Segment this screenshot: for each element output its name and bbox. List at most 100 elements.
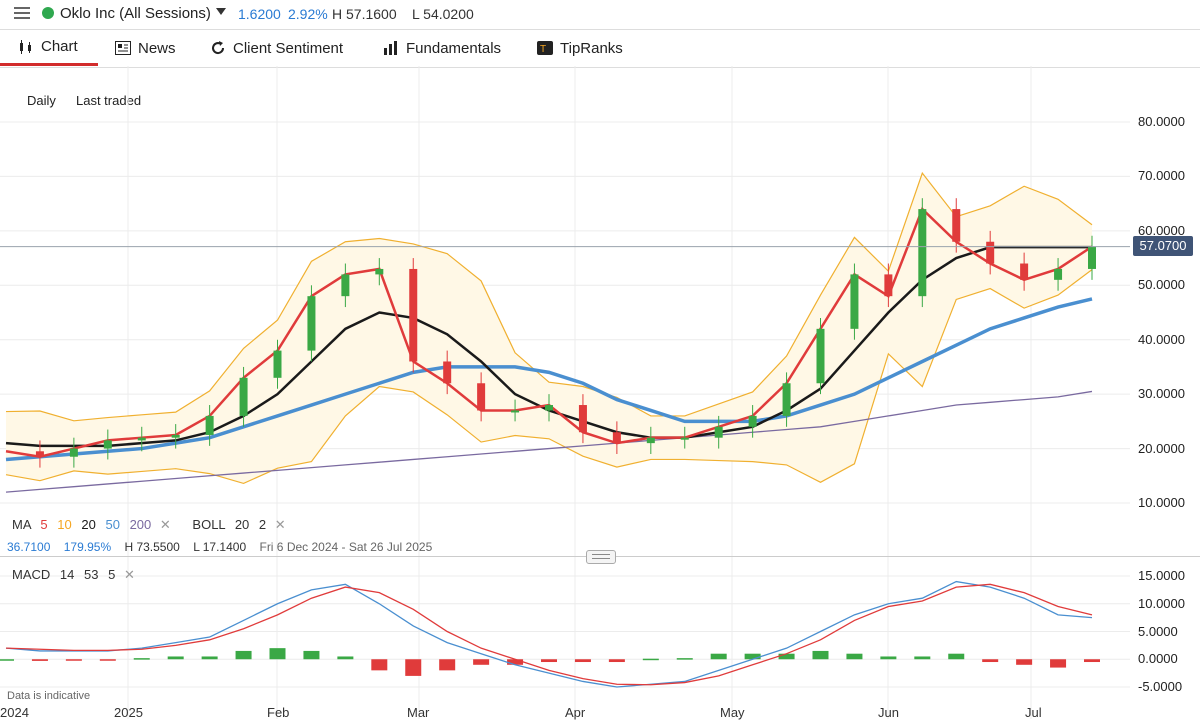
candle-body	[612, 432, 621, 444]
macd-histogram-bar	[1016, 659, 1033, 665]
last-price-label: 57.0700	[1133, 236, 1193, 256]
price-tick-label: 40.0000	[1138, 331, 1185, 347]
macd-slow[interactable]: 53	[84, 567, 98, 582]
candle-body	[477, 383, 486, 411]
ma5-period[interactable]: 5	[40, 517, 47, 532]
macd-histogram-bar	[710, 653, 727, 660]
candle-body	[375, 268, 384, 275]
candle-body	[239, 377, 248, 416]
macd-histogram-bar	[541, 659, 557, 663]
macd-signal[interactable]: 5	[108, 567, 115, 582]
candle-body	[409, 268, 418, 362]
macd-histogram-bar	[405, 659, 422, 676]
macd-histogram-bar	[99, 659, 116, 661]
candle-body	[1054, 268, 1063, 280]
remove-boll-icon[interactable]: ✕	[275, 517, 286, 532]
candle-body	[1020, 263, 1029, 280]
price-tick-label: 70.0000	[1138, 168, 1185, 184]
macd-histogram-bar	[880, 656, 897, 660]
macd-tick-label: 10.0000	[1138, 595, 1185, 611]
candle-body	[137, 437, 146, 441]
macd-histogram-bar	[439, 659, 456, 671]
remove-ma-icon[interactable]: ✕	[160, 517, 171, 532]
candle-body	[307, 296, 316, 351]
macd-tick-label: -5.0000	[1138, 679, 1183, 694]
candle-body	[273, 350, 282, 378]
macd-tick-label: 15.0000	[1138, 568, 1185, 583]
boll-period[interactable]: 20	[235, 517, 249, 532]
macd-histogram-bar	[846, 653, 863, 660]
macd-histogram-bar	[778, 653, 795, 660]
candle-body	[748, 415, 757, 427]
ma10-period[interactable]: 10	[57, 517, 71, 532]
bollinger-band-fill	[6, 173, 1092, 484]
macd-histogram-bar	[133, 658, 150, 660]
pane-resize-handle[interactable]	[586, 550, 616, 564]
macd-histogram-bar	[812, 650, 829, 660]
macd-fast[interactable]: 14	[60, 567, 74, 582]
range-stats: 36.7100 179.95% H 73.5500 L 17.1400 Fri …	[7, 540, 432, 554]
macd-histogram-bar	[65, 659, 82, 661]
time-tick-label: Jun	[878, 705, 899, 720]
price-tick-label: 20.0000	[1138, 440, 1185, 456]
candle-body	[714, 426, 723, 438]
time-tick-label: Mar	[407, 705, 430, 720]
macd-histogram-bar	[507, 659, 524, 665]
macd-signal-line	[5, 583, 1093, 686]
candle-body	[680, 437, 689, 440]
candle-body	[511, 410, 520, 413]
macd-histogram-bar	[201, 656, 218, 660]
macd-histogram-bar	[914, 656, 931, 660]
candle-body	[545, 405, 553, 411]
candle-body	[918, 209, 927, 297]
macd-histogram-bar	[303, 650, 320, 660]
candle-body	[35, 451, 44, 457]
macd-histogram-bar	[948, 653, 965, 660]
candle-body	[782, 383, 791, 416]
macd-histogram-bar	[337, 656, 354, 660]
candle-body	[443, 361, 452, 384]
macd-tick-label: 5.0000	[1138, 623, 1178, 639]
ma200-period[interactable]: 200	[130, 517, 152, 532]
macd-histogram-bar	[744, 653, 761, 660]
ma-label: MA	[12, 517, 31, 532]
candle-body	[816, 328, 825, 384]
candle-body	[1088, 246, 1096, 269]
candle-body	[850, 274, 859, 329]
remove-macd-icon[interactable]: ✕	[124, 567, 135, 582]
macd-histogram-bar	[982, 659, 999, 663]
macd-histogram-bar	[473, 659, 490, 665]
time-tick-label: Apr	[565, 705, 586, 720]
price-tick-label: 50.0000	[1138, 277, 1185, 293]
time-tick-label: 2025	[114, 705, 143, 720]
macd-histogram-bar	[269, 648, 286, 660]
ma20-period[interactable]: 20	[81, 517, 95, 532]
time-tick-label: Jul	[1025, 705, 1042, 720]
ma50-period[interactable]: 50	[105, 517, 119, 532]
price-chart[interactable]	[0, 0, 1200, 719]
candle-body	[986, 241, 995, 264]
macd-line	[5, 580, 1093, 688]
boll-stddev[interactable]: 2	[259, 517, 266, 532]
time-tick-label: Feb	[267, 705, 290, 720]
range-low: L 17.1400	[193, 540, 247, 554]
ma-legend: MA 5 10 20 50 200 ✕ BOLL 20 2 ✕	[12, 517, 286, 533]
candle-body	[884, 274, 893, 297]
macd-histogram-bar	[167, 656, 184, 660]
range-change-percent: 179.95%	[63, 540, 112, 554]
macd-legend: MACD 14 53 5 ✕	[12, 567, 135, 583]
boll-label: BOLL	[192, 517, 226, 532]
date-range: Fri 6 Dec 2024 - Sat 26 Jul 2025	[259, 540, 433, 554]
macd-histogram-bar	[31, 659, 48, 661]
macd-histogram-bar	[642, 658, 659, 661]
candle-body	[646, 437, 655, 444]
price-tick-label: 30.0000	[1138, 386, 1185, 402]
data-indicative-note: Data is indicative	[7, 690, 91, 702]
candle-body	[341, 274, 350, 297]
time-tick-label: May	[720, 705, 745, 720]
macd-label: MACD	[12, 567, 51, 582]
candle-body	[103, 440, 112, 449]
candle-body	[952, 209, 961, 242]
range-change: 36.7100	[7, 540, 51, 554]
macd-histogram-bar	[371, 659, 388, 671]
